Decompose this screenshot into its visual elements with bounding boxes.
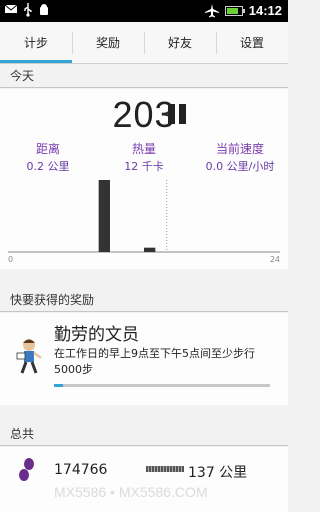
total-header: 总共 (0, 424, 288, 446)
award-item[interactable]: 勤劳的文员 在工作日的早上9点至下午5点间至少步行5000步 (0, 318, 288, 396)
metric-distance-label: 距离 (35, 142, 60, 156)
metrics-row: 距离 0.2 公里 热量 12 千卡 当前速度 0.0 公里/小时 (0, 140, 288, 174)
today-header: 今天 (0, 66, 288, 88)
footprints-icon (19, 458, 34, 481)
metric-speed-value: 0.0 公里/小时 (205, 160, 275, 173)
today-header-label: 今天 (10, 69, 35, 83)
hourly-steps-chart: 0 24 (8, 180, 280, 264)
total-header-label: 总共 (10, 427, 35, 441)
tab-steps[interactable]: 计步 (0, 22, 72, 63)
divider (0, 311, 288, 312)
total-steps: 174766 (54, 462, 108, 478)
award-title: 勤劳的文员 (54, 325, 139, 345)
watermark: MX5586 • MX5586.COM (54, 484, 208, 500)
steps-count: 203 (112, 94, 176, 135)
awards-header: 快要获得的奖励 (0, 290, 288, 312)
clerk-walking-icon (16, 339, 42, 374)
metric-speed-label: 当前速度 (215, 142, 264, 156)
metric-calories-value: 12 千卡 (124, 160, 164, 173)
metric-distance: 距离 0.2 公里 (0, 140, 96, 174)
message-icon (4, 4, 18, 13)
divider (0, 87, 288, 88)
metric-speed: 当前速度 0.0 公里/小时 (192, 140, 288, 174)
metric-distance-value: 0.2 公里 (26, 160, 70, 173)
divider (0, 445, 288, 446)
total-distance: 137 公里 (188, 465, 248, 481)
android-debug-icon (40, 4, 48, 15)
battery-charging-icon (224, 6, 245, 16)
pause-icon[interactable] (168, 104, 188, 124)
metric-calories-label: 热量 (131, 142, 156, 156)
x-tick-label-end: 24 (270, 255, 280, 264)
airplane-icon (204, 4, 219, 18)
tab-bar: 计步 奖励 好友 设置 (0, 22, 288, 64)
tab-settings[interactable]: 设置 (216, 22, 288, 63)
steps-display: 203 (0, 94, 288, 136)
tab-friends[interactable]: 好友 (144, 22, 216, 63)
award-description: 在工作日的早上9点至下午5点间至少步行5000步 (54, 347, 255, 376)
metric-calories: 热量 12 千卡 (96, 140, 192, 174)
usb-icon (24, 3, 32, 17)
awards-header-label: 快要获得的奖励 (10, 293, 95, 307)
status-time: 14:12 (248, 3, 282, 18)
status-bar: 14:12 (0, 0, 288, 22)
award-progress-fill (54, 384, 63, 387)
chart-bar-0 (98, 180, 110, 252)
ruler-icon (146, 466, 184, 472)
chart-bar-1 (144, 247, 156, 252)
x-tick-label-start: 0 (8, 255, 13, 264)
tab-awards[interactable]: 奖励 (72, 22, 144, 63)
award-progress-bar (54, 384, 270, 387)
